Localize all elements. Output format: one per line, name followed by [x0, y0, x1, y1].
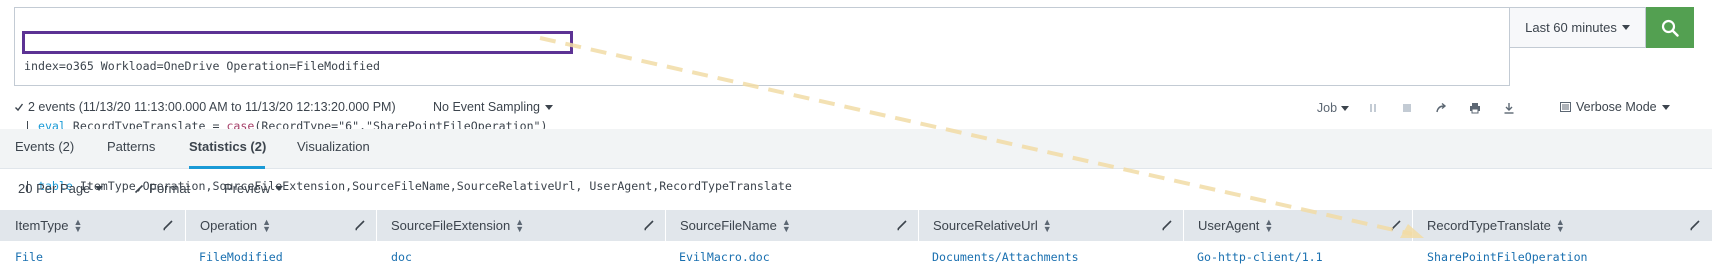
job-label: Job — [1316, 101, 1338, 115]
event-sampling-dropdown[interactable]: No Event Sampling — [433, 100, 554, 114]
chevron-down-icon — [1341, 105, 1350, 111]
job-menu[interactable]: Job — [1310, 99, 1356, 117]
per-page-label: 20 Per Page — [18, 181, 91, 196]
verbose-mode-icon — [1560, 102, 1571, 112]
pause-icon — [1370, 104, 1376, 112]
preview-label: Preview — [224, 181, 271, 196]
table-cell-itemtype[interactable]: File — [15, 250, 43, 264]
active-tab-indicator — [189, 166, 265, 169]
stop-icon — [1403, 104, 1411, 112]
chevron-down-icon — [1621, 25, 1630, 30]
format-button[interactable]: Format — [134, 181, 190, 196]
column-edit-icon[interactable] — [1161, 219, 1173, 231]
column-edit-icon[interactable] — [896, 219, 908, 231]
table-cell-operation[interactable]: FileModified — [199, 250, 283, 264]
column-header-itemtype[interactable]: ItemType ▲ ▼ — [0, 210, 82, 241]
table-cell-recordtypetranslate[interactable]: SharePointFileOperation — [1427, 250, 1588, 264]
export-icon — [1504, 103, 1514, 114]
table-cell-useragent[interactable]: Go-http-client/1.1 — [1197, 250, 1323, 264]
event-status: 2 events (11/13/20 11:13:00.000 AM to 11… — [14, 100, 396, 114]
search-button[interactable] — [1646, 7, 1694, 48]
search-mode-label: Verbose Mode — [1576, 100, 1657, 114]
chevron-down-icon — [545, 104, 554, 110]
search-icon — [1661, 19, 1679, 37]
chevron-down-icon — [275, 186, 284, 191]
event-count-text: 2 events (11/13/20 11:13:00.000 AM to 11… — [28, 100, 396, 114]
job-controls: Job — [1310, 99, 1526, 117]
sort-icon: ▲ ▼ — [73, 216, 83, 234]
column-edit-icon[interactable] — [1689, 219, 1701, 231]
column-header-sourcefileextension[interactable]: SourceFileExtension ▲ ▼ — [376, 210, 524, 241]
column-header-label: SourceFileName — [680, 218, 777, 233]
chevron-down-icon — [1661, 104, 1670, 110]
column-header-label: RecordTypeTranslate — [1427, 218, 1551, 233]
column-header-recordtypetranslate[interactable]: RecordTypeTranslate ▲ ▼ — [1412, 210, 1565, 241]
event-sampling-label: No Event Sampling — [433, 100, 541, 114]
sort-icon: ▲ ▼ — [515, 216, 525, 234]
search-bar[interactable]: index=o365 Workload=OneDrive Operation=F… — [14, 7, 1510, 193]
search-line-1: index=o365 Workload=OneDrive Operation=F… — [24, 56, 792, 76]
tab-visualization[interactable]: Visualization — [297, 139, 370, 154]
print-icon — [1470, 103, 1480, 114]
column-header-label: SourceRelativeUrl — [933, 218, 1038, 233]
table-cell-sourcefileextension[interactable]: doc — [391, 250, 412, 264]
column-header-sourcefilename[interactable]: SourceFileName ▲ ▼ — [665, 210, 791, 241]
check-icon — [15, 103, 24, 112]
column-edit-icon[interactable] — [354, 219, 366, 231]
print-button[interactable] — [1458, 99, 1492, 117]
table-cell-sourcefilename[interactable]: EvilMacro.doc — [679, 250, 770, 264]
preview-dropdown[interactable]: Preview — [224, 181, 284, 196]
column-header-label: SourceFileExtension — [391, 218, 511, 233]
sort-icon: ▲ ▼ — [1264, 216, 1274, 234]
column-header-label: ItemType — [15, 218, 69, 233]
search-mode-dropdown[interactable]: Verbose Mode — [1560, 100, 1670, 114]
time-range-picker[interactable]: Last 60 minutes — [1510, 7, 1646, 48]
column-header-label: Operation — [200, 218, 258, 233]
format-pencil-icon — [134, 184, 144, 193]
share-button[interactable] — [1424, 99, 1458, 117]
table-cell-sourcerelativeurl[interactable]: Documents/Attachments — [932, 250, 1079, 264]
tab-statistics[interactable]: Statistics (2) — [189, 139, 266, 154]
pause-button[interactable] — [1356, 99, 1390, 117]
column-edit-icon[interactable] — [643, 219, 655, 231]
sort-icon: ▲ ▼ — [262, 216, 272, 234]
chevron-down-icon — [95, 186, 104, 191]
search-line-1-text: index=o365 Workload=OneDrive Operation=F… — [24, 59, 380, 73]
share-icon — [1436, 102, 1447, 113]
column-header-operation[interactable]: Operation ▲ ▼ — [185, 210, 271, 241]
stop-button[interactable] — [1390, 99, 1424, 117]
tab-patterns[interactable]: Patterns — [107, 139, 155, 154]
per-page-dropdown[interactable]: 20 Per Page — [18, 181, 104, 196]
column-edit-icon[interactable] — [1390, 219, 1402, 231]
sort-icon: ▲ ▼ — [1555, 216, 1565, 234]
column-header-label: UserAgent — [1198, 218, 1260, 233]
eval-highlight-box — [22, 31, 573, 54]
sort-icon: ▲ ▼ — [1042, 216, 1052, 234]
column-edit-icon[interactable] — [162, 219, 174, 231]
sort-icon: ▲ ▼ — [781, 216, 791, 234]
export-button[interactable] — [1492, 99, 1526, 117]
time-range-label: Last 60 minutes — [1525, 20, 1617, 35]
format-label: Format — [149, 181, 191, 196]
tab-events[interactable]: Events (2) — [15, 139, 74, 154]
column-header-sourcerelativeurl[interactable]: SourceRelativeUrl ▲ ▼ — [918, 210, 1052, 241]
column-header-useragent[interactable]: UserAgent ▲ ▼ — [1183, 210, 1273, 241]
